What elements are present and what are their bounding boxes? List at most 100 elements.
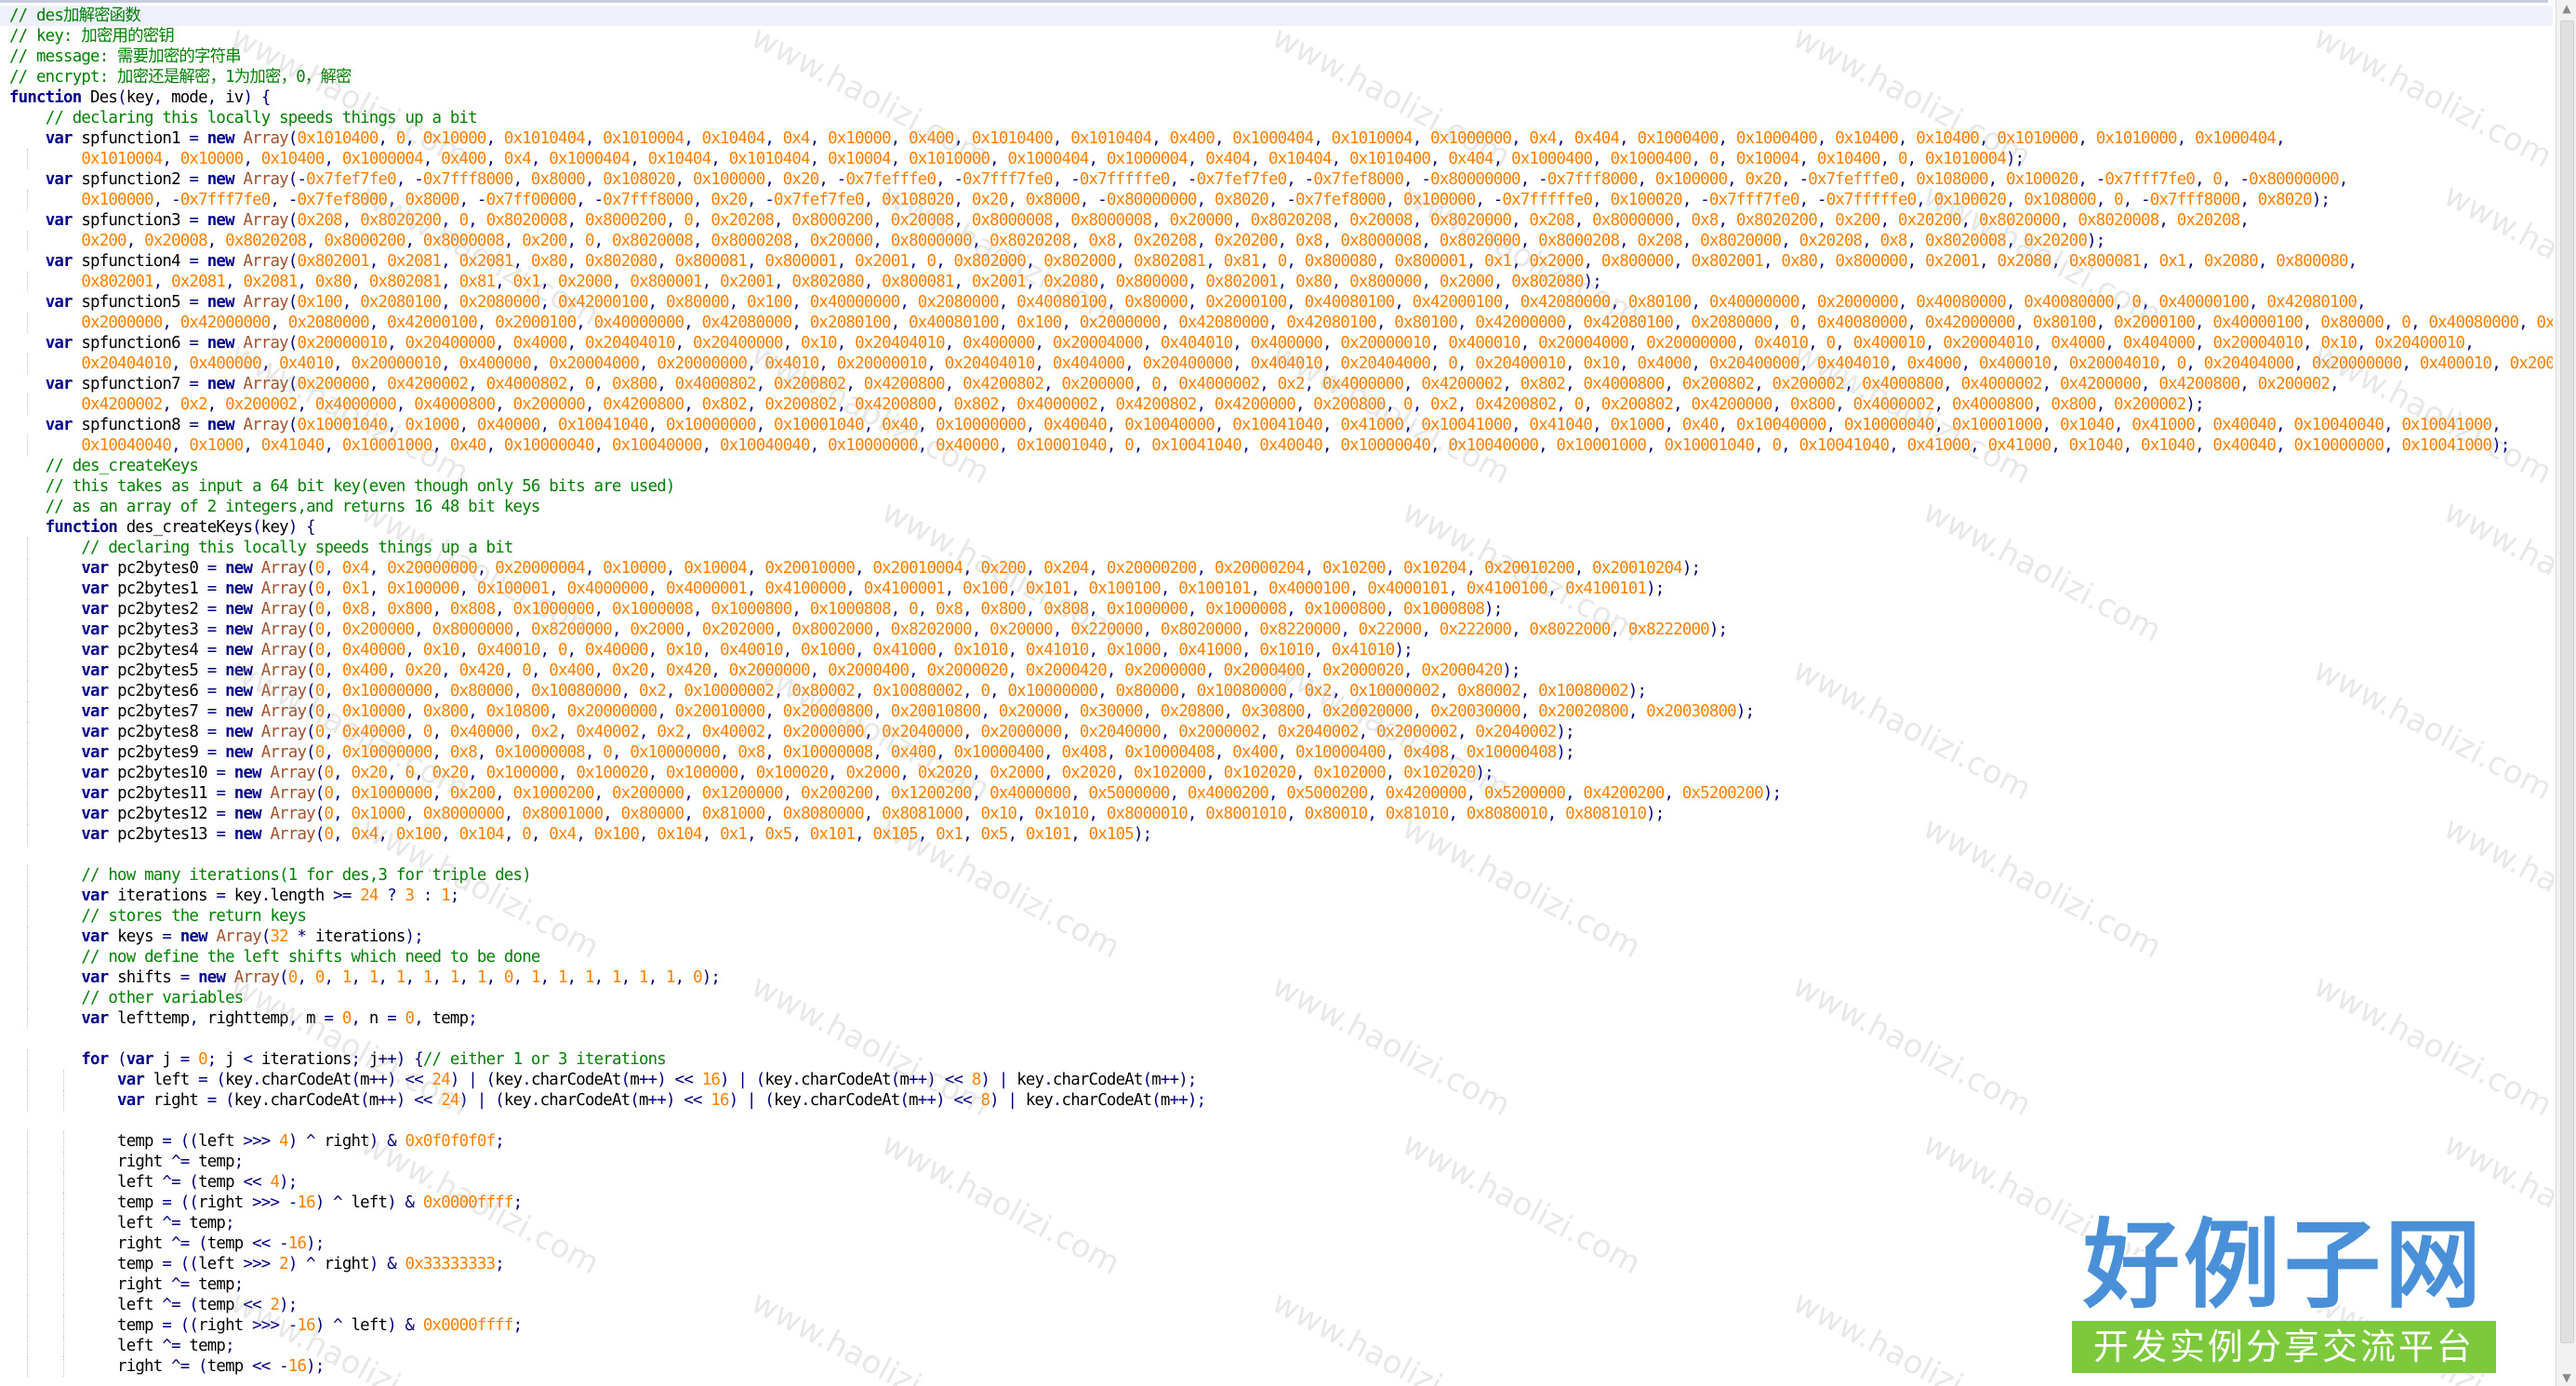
code-line[interactable]: var pc2bytes6 = new Array(0, 0x10000000,…: [0, 681, 2553, 701]
code-line[interactable]: 0x2000000, 0x42000000, 0x2080000, 0x4200…: [0, 313, 2553, 333]
indent-guide: [27, 947, 29, 967]
code-line[interactable]: [0, 845, 2553, 865]
indent-guide: [27, 804, 29, 824]
code-line[interactable]: right ^= temp;: [0, 1152, 2553, 1172]
indent-guide: [27, 701, 29, 722]
code-line[interactable]: // des加解密函数: [0, 6, 2553, 26]
indent-guide: [27, 1152, 29, 1172]
indent-guide: [27, 313, 29, 333]
code-editor[interactable]: // des加解密函数// key: 加密用的密钥// message: 需要加…: [0, 0, 2576, 1386]
indent-guide: [63, 1336, 65, 1356]
indent-guide: [27, 763, 29, 783]
code-line[interactable]: var keys = new Array(32 * iterations);: [0, 926, 2553, 947]
code-line[interactable]: var pc2bytes0 = new Array(0, 0x4, 0x2000…: [0, 558, 2553, 579]
code-line[interactable]: [0, 1029, 2553, 1049]
indent-guide: [27, 579, 29, 599]
code-line[interactable]: // stores the return keys: [0, 906, 2553, 926]
indent-guide: [27, 1356, 29, 1377]
scroll-down-icon[interactable]: ▼: [2560, 1371, 2573, 1384]
code-line[interactable]: // other variables: [0, 988, 2553, 1008]
code-line[interactable]: function des_createKeys(key) {: [0, 517, 2553, 538]
code-line[interactable]: var iterations = key.length >= 24 ? 3 : …: [0, 886, 2553, 906]
indent-guide: [27, 1008, 29, 1029]
code-line[interactable]: // declaring this locally speeds things …: [0, 538, 2553, 558]
indent-guide: [27, 824, 29, 845]
code-line[interactable]: var pc2bytes4 = new Array(0, 0x40000, 0x…: [0, 640, 2553, 660]
indent-guide: [27, 681, 29, 701]
indent-guide: [27, 1213, 29, 1233]
code-line[interactable]: var spfunction1 = new Array(0x1010400, 0…: [0, 128, 2553, 149]
indent-guide: [27, 1233, 29, 1254]
code-line[interactable]: for (var j = 0; j < iterations; j++) {//…: [0, 1049, 2553, 1070]
indent-guide: [27, 1070, 29, 1090]
indent-guide: [63, 1274, 65, 1295]
code-line[interactable]: var pc2bytes5 = new Array(0, 0x400, 0x20…: [0, 660, 2553, 681]
code-line[interactable]: temp = ((left >>> 4) ^ right) & 0x0f0f0f…: [0, 1131, 2553, 1152]
indent-guide: [27, 1274, 29, 1295]
indent-guide: [27, 886, 29, 906]
indent-guide: [63, 1193, 65, 1213]
code-line[interactable]: // encrypt: 加密还是解密，1为加密，0，解密: [0, 67, 2553, 87]
code-line[interactable]: // declaring this locally speeds things …: [0, 108, 2553, 128]
code-line[interactable]: var lefttemp, righttemp, m = 0, n = 0, t…: [0, 1008, 2553, 1029]
code-line[interactable]: // this takes as input a 64 bit key(even…: [0, 476, 2553, 497]
code-line[interactable]: 0x1010004, 0x10000, 0x10400, 0x1000004, …: [0, 149, 2553, 169]
code-line[interactable]: var shifts = new Array(0, 0, 1, 1, 1, 1,…: [0, 967, 2553, 988]
indent-guide: [27, 783, 29, 804]
code-line[interactable]: 0x20404010, 0x400000, 0x4010, 0x20000010…: [0, 353, 2553, 374]
code-line[interactable]: [0, 1111, 2553, 1131]
indent-guide: [63, 1152, 65, 1172]
code-line[interactable]: var pc2bytes11 = new Array(0, 0x1000000,…: [0, 783, 2553, 804]
code-line[interactable]: var pc2bytes1 = new Array(0, 0x1, 0x1000…: [0, 579, 2553, 599]
code-line[interactable]: // des_createKeys: [0, 456, 2553, 476]
code-line[interactable]: // key: 加密用的密钥: [0, 26, 2553, 47]
indent-guide: [27, 1336, 29, 1356]
code-line[interactable]: var spfunction4 = new Array(0x802001, 0x…: [0, 251, 2553, 272]
indent-guide: [27, 599, 29, 620]
code-line[interactable]: var pc2bytes3 = new Array(0, 0x200000, 0…: [0, 620, 2553, 640]
code-line[interactable]: var spfunction8 = new Array(0x10001040, …: [0, 415, 2553, 435]
indent-guide: [63, 1213, 65, 1233]
code-area[interactable]: // des加解密函数// key: 加密用的密钥// message: 需要加…: [0, 6, 2553, 1386]
code-line[interactable]: var right = (key.charCodeAt(m++) << 24) …: [0, 1090, 2553, 1111]
code-line[interactable]: 0x4200002, 0x2, 0x200002, 0x4000000, 0x4…: [0, 394, 2553, 415]
code-line[interactable]: var pc2bytes10 = new Array(0, 0x20, 0, 0…: [0, 763, 2553, 783]
indent-guide: [63, 1090, 65, 1111]
vertical-scrollbar[interactable]: ▲ ▼: [2556, 0, 2576, 1386]
code-line[interactable]: var pc2bytes8 = new Array(0, 0x40000, 0,…: [0, 722, 2553, 742]
indent-guide: [27, 1315, 29, 1336]
code-line[interactable]: var spfunction3 = new Array(0x208, 0x802…: [0, 210, 2553, 231]
indent-guide: [27, 660, 29, 681]
code-line[interactable]: var pc2bytes13 = new Array(0, 0x4, 0x100…: [0, 824, 2553, 845]
scroll-up-icon[interactable]: ▲: [2560, 2, 2573, 15]
code-line[interactable]: // as an array of 2 integers,and returns…: [0, 497, 2553, 517]
code-line[interactable]: var pc2bytes2 = new Array(0, 0x8, 0x800,…: [0, 599, 2553, 620]
code-line[interactable]: left ^= (temp << 4);: [0, 1172, 2553, 1193]
indent-guide: [63, 1356, 65, 1377]
scrollbar-thumb[interactable]: [2560, 20, 2574, 1343]
code-line[interactable]: var spfunction7 = new Array(0x200000, 0x…: [0, 374, 2553, 394]
code-line[interactable]: // how many iterations(1 for des,3 for t…: [0, 865, 2553, 886]
code-line[interactable]: var spfunction6 = new Array(0x20000010, …: [0, 333, 2553, 353]
code-line[interactable]: // now define the left shifts which need…: [0, 947, 2553, 967]
code-line[interactable]: var spfunction5 = new Array(0x100, 0x208…: [0, 292, 2553, 313]
code-line[interactable]: var spfunction2 = new Array(-0x7fef7fe0,…: [0, 169, 2553, 190]
code-line[interactable]: var pc2bytes9 = new Array(0, 0x10000000,…: [0, 742, 2553, 763]
code-line[interactable]: 0x200, 0x20008, 0x8020208, 0x8000200, 0x…: [0, 231, 2553, 251]
indent-guide: [63, 1233, 65, 1254]
code-line[interactable]: // message: 需要加密的字符串: [0, 47, 2553, 67]
indent-guide: [27, 353, 29, 374]
code-line[interactable]: var pc2bytes7 = new Array(0, 0x10000, 0x…: [0, 701, 2553, 722]
indent-guide: [27, 742, 29, 763]
site-logo: 好例子网 开发实例分享交流平台: [2072, 1209, 2496, 1375]
indent-guide: [63, 1254, 65, 1274]
code-line[interactable]: var left = (key.charCodeAt(m++) << 24) |…: [0, 1070, 2553, 1090]
code-line[interactable]: 0x100000, -0x7fff7fe0, -0x7fef8000, 0x80…: [0, 190, 2553, 210]
code-line[interactable]: function Des(key, mode, iv) {: [0, 87, 2553, 108]
indent-guide: [27, 272, 29, 292]
code-line[interactable]: 0x802001, 0x2081, 0x2081, 0x80, 0x802081…: [0, 272, 2553, 292]
indent-guide: [63, 1172, 65, 1193]
code-line[interactable]: var pc2bytes12 = new Array(0, 0x1000, 0x…: [0, 804, 2553, 824]
code-line[interactable]: 0x10040040, 0x1000, 0x41040, 0x10001000,…: [0, 435, 2553, 456]
indent-guide: [63, 1070, 65, 1090]
